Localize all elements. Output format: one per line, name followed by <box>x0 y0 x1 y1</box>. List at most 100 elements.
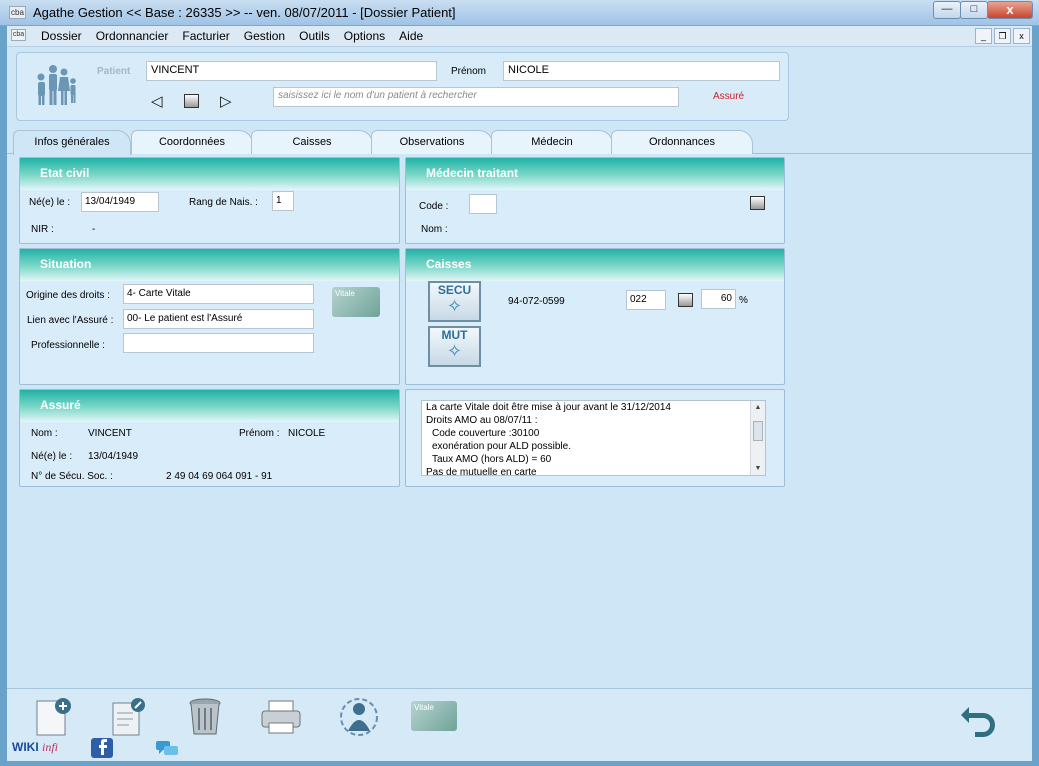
origine-label: Origine des droits : <box>26 290 110 301</box>
tab-ordonnances[interactable]: Ordonnances <box>611 130 753 154</box>
wiki-text: WIKI <box>12 740 39 754</box>
medecin-nom-label: Nom : <box>421 224 448 235</box>
previous-patient-button[interactable]: ◁ <box>151 92 163 110</box>
assure-born-value: 13/04/1949 <box>88 451 139 462</box>
born-label: Né(e) le : <box>29 197 71 208</box>
menu-dossier[interactable]: Dossier <box>41 29 82 43</box>
scroll-thumb[interactable] <box>753 421 763 441</box>
caisse-rate-unit: % <box>739 295 748 306</box>
tab-bar: Infos générales Coordonnées Caisses Obse… <box>7 128 1032 155</box>
bottom-toolbar: Vitale WIKI infi <box>7 688 1032 761</box>
patient-list-icon[interactable] <box>184 94 199 108</box>
scroll-up-icon[interactable]: ▲ <box>751 401 765 414</box>
vitale-info-line: Droits AMO au 08/07/11 : <box>426 415 538 426</box>
vitale-info-line: exonération pour ALD possible. <box>432 441 571 452</box>
medecin-list-icon[interactable] <box>750 196 765 210</box>
assure-nom-value: VINCENT <box>88 428 132 439</box>
caisse-code-input[interactable]: 022 <box>626 290 666 310</box>
assure-secu-value: 2 49 04 69 064 091 - 91 <box>166 471 273 482</box>
born-date-input[interactable]: 13/04/1949 <box>81 192 159 212</box>
trash-icon[interactable] <box>183 697 227 737</box>
window-title: Agathe Gestion << Base : 26335 >> -- ven… <box>33 5 456 20</box>
patient-profile-icon[interactable] <box>337 697 381 737</box>
secu-label: SECU <box>437 283 472 297</box>
menu-ordonnancier[interactable]: Ordonnancier <box>96 29 169 43</box>
etat-civil-title: Etat civil <box>20 158 399 190</box>
medecin-traitant-title: Médecin traitant <box>406 158 784 190</box>
nir-value: - <box>92 224 96 235</box>
chat-bubble-icon[interactable] <box>155 740 179 758</box>
tab-observations[interactable]: Observations <box>371 130 493 154</box>
patient-search-input[interactable]: saisissez ici le nom d'un patient à rech… <box>273 87 679 107</box>
medecin-traitant-panel: Médecin traitant Code : Nom : <box>405 157 785 244</box>
running-figure-icon: ✧ <box>446 341 463 361</box>
mdi-minimize-button[interactable]: _ <box>975 28 992 44</box>
menu-gestion[interactable]: Gestion <box>244 29 285 43</box>
mut-button[interactable]: MUT ✧ <box>428 326 481 367</box>
vitale-info-line: La carte Vitale doit être mise à jour av… <box>426 402 671 413</box>
mdi-app-icon[interactable]: cba <box>11 29 26 41</box>
infi-text: infi <box>42 740 59 754</box>
firstname-label: Prénom <box>451 66 487 77</box>
etat-civil-panel: Etat civil Né(e) le : 13/04/1949 Rang de… <box>19 157 400 244</box>
patient-label: Patient <box>97 66 131 77</box>
footer-vitale-card-icon[interactable]: Vitale <box>411 701 457 731</box>
menu-facturier[interactable]: Facturier <box>182 29 229 43</box>
vitale-info-line: Taux AMO (hors ALD) = 60 <box>432 454 552 465</box>
close-button[interactable]: x <box>987 1 1033 19</box>
assure-title: Assuré <box>20 390 399 422</box>
facebook-icon[interactable] <box>91 738 113 758</box>
assure-born-label: Né(e) le : <box>31 451 73 462</box>
vitale-info-textarea[interactable]: La carte Vitale doit être mise à jour av… <box>421 400 766 476</box>
mdi-close-button[interactable]: x <box>1013 28 1030 44</box>
window-titlebar: cba Agathe Gestion << Base : 26335 >> --… <box>0 0 1039 26</box>
mdi-restore-button[interactable]: ❐ <box>994 28 1011 44</box>
rank-input[interactable]: 1 <box>272 191 294 211</box>
patient-firstname-input[interactable]: NICOLE <box>503 61 780 81</box>
vitale-info-panel: La carte Vitale doit être mise à jour av… <box>405 389 785 487</box>
assure-panel: Assuré Nom : VINCENT Prénom : NICOLE Né(… <box>19 389 400 487</box>
menu-aide[interactable]: Aide <box>399 29 423 43</box>
minimize-button[interactable]: — <box>933 1 961 19</box>
vitale-info-line: Code couverture :30100 <box>432 428 540 439</box>
rank-label: Rang de Nais. : <box>189 197 258 208</box>
caisses-panel: Caisses SECU ✧ MUT ✧ 94-072-0599 022 60 … <box>405 248 785 385</box>
assure-nom-label: Nom : <box>31 428 58 439</box>
wiki-infi-link[interactable]: WIKI infi <box>12 740 58 755</box>
secu-button[interactable]: SECU ✧ <box>428 281 481 322</box>
lien-input[interactable]: 00- Le patient est l'Assuré <box>123 309 314 329</box>
medecin-code-input[interactable] <box>469 194 497 214</box>
tab-caisses[interactable]: Caisses <box>251 130 373 154</box>
vitale-card-icon[interactable]: Vitale <box>332 287 380 317</box>
tab-coordonnees[interactable]: Coordonnées <box>131 130 253 154</box>
new-document-icon[interactable] <box>31 697 75 737</box>
scroll-down-icon[interactable]: ▼ <box>751 462 765 475</box>
assure-secu-label: N° de Sécu. Soc. : <box>31 471 113 482</box>
family-icon <box>37 65 76 105</box>
origine-input[interactable]: 4- Carte Vitale <box>123 284 314 304</box>
edit-document-icon[interactable] <box>107 697 151 737</box>
menu-outils[interactable]: Outils <box>299 29 330 43</box>
menu-bar: cba Dossier Ordonnancier Facturier Gesti… <box>7 26 1032 47</box>
menu-options[interactable]: Options <box>344 29 385 43</box>
maximize-button[interactable]: □ <box>960 1 988 19</box>
vitale-info-scrollbar[interactable]: ▲ ▼ <box>750 401 765 475</box>
tab-medecin[interactable]: Médecin <box>491 130 613 154</box>
footer-vitale-text: Vitale <box>414 703 434 712</box>
next-patient-button[interactable]: ▷ <box>220 92 232 110</box>
medecin-code-label: Code : <box>419 201 449 212</box>
caisse-list-icon[interactable] <box>678 293 693 307</box>
undo-arrow-icon[interactable] <box>957 697 1001 737</box>
professionnelle-input[interactable] <box>123 333 314 353</box>
patient-status: Assuré <box>713 91 745 102</box>
patient-name-input[interactable]: VINCENT <box>146 61 437 81</box>
app-icon: cba <box>9 6 26 19</box>
running-figure-icon: ✧ <box>446 296 463 316</box>
patient-header: Patient VINCENT Prénom NICOLE ◁ ▷ saisis… <box>16 52 789 121</box>
tab-infos-generales[interactable]: Infos générales <box>13 130 131 155</box>
caisse-rate-input[interactable]: 60 <box>701 289 736 309</box>
printer-icon[interactable] <box>259 697 303 737</box>
caisse-number: 94-072-0599 <box>508 296 565 307</box>
assure-prenom-value: NICOLE <box>288 428 326 439</box>
caisses-title: Caisses <box>406 249 784 281</box>
